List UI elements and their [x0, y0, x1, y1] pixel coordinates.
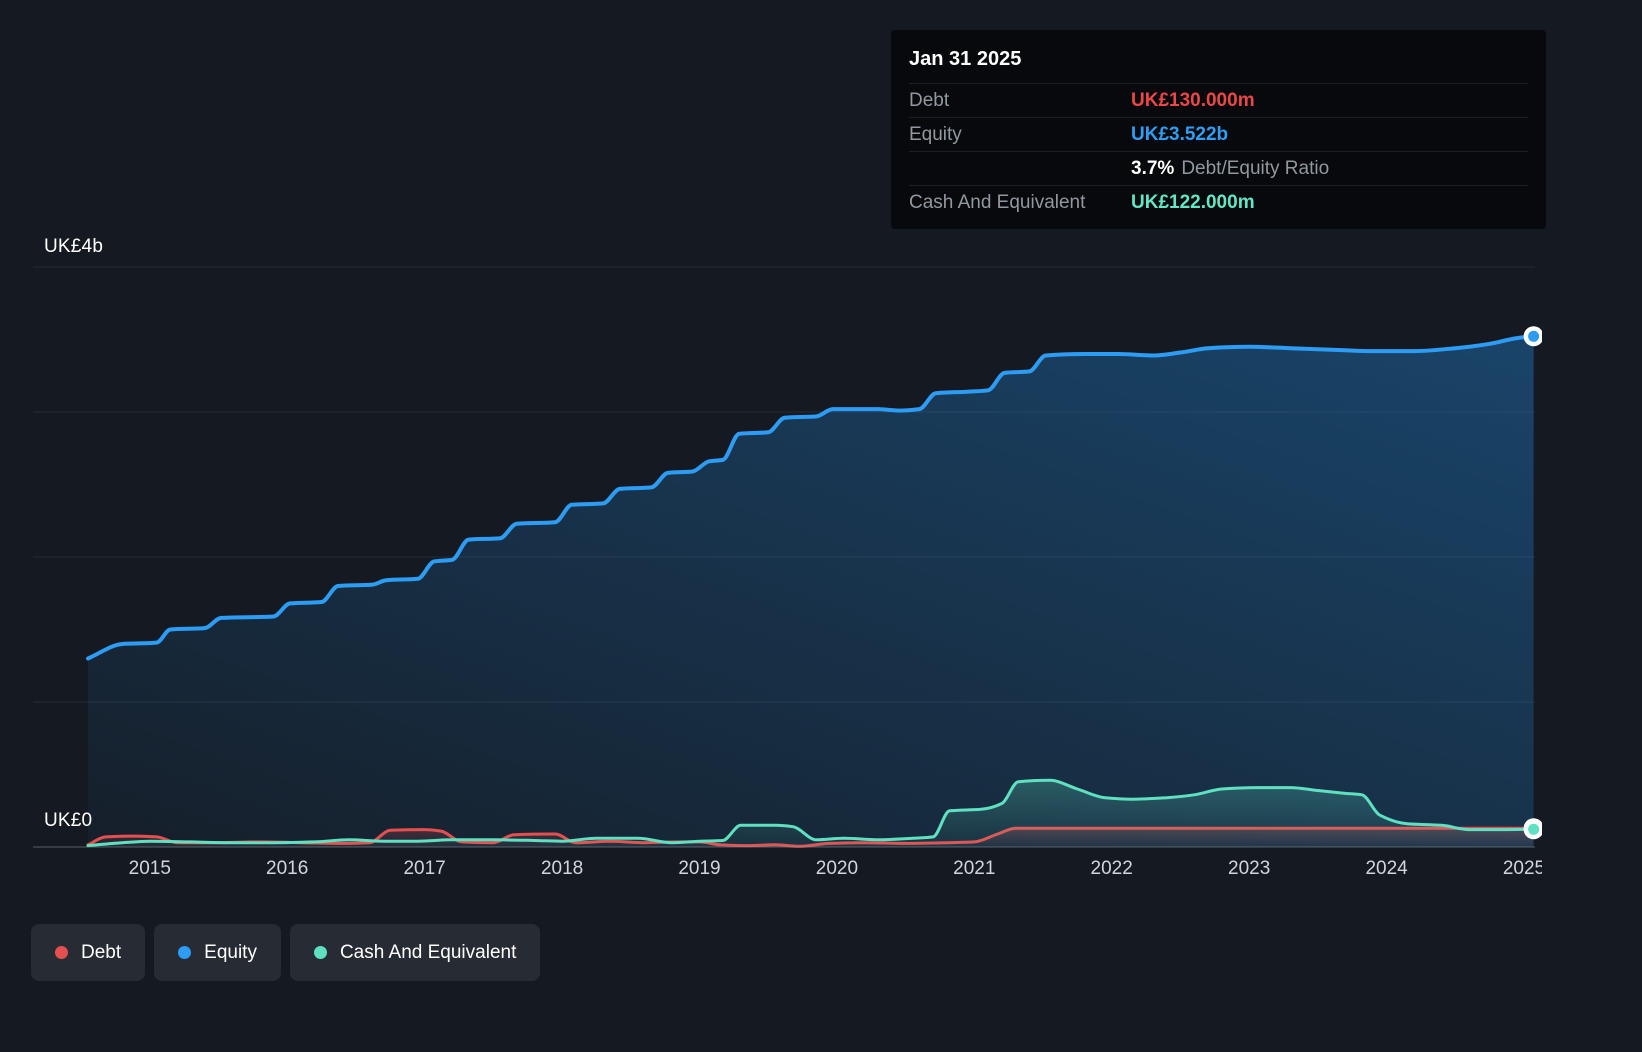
tooltip-ratio-label: Debt/Equity Ratio: [1181, 157, 1330, 179]
legend: Debt Equity Cash And Equivalent: [31, 924, 541, 981]
legend-item-cash[interactable]: Cash And Equivalent: [289, 924, 541, 981]
x-tick-2016: 2016: [266, 858, 309, 879]
tooltip-row-equity: Equity UK£3.522b: [909, 117, 1528, 151]
equity-end-marker-center: [1528, 330, 1540, 342]
x-tick-2020: 2020: [815, 858, 859, 879]
tooltip-cash-value: UK£122.000m: [1131, 191, 1255, 213]
legend-debt-label: Debt: [81, 941, 122, 963]
tooltip-ratio-value: 3.7%: [1131, 157, 1175, 179]
x-tick-2023: 2023: [1228, 858, 1271, 879]
balance-sheet-history-chart: { "tooltip": { "date": "Jan 31 2025", "d…: [0, 0, 1642, 1052]
tooltip-debt-label: Debt: [909, 89, 950, 111]
x-axis-labels: 2015 2016 2017 2018 2019 2020 2021 2022 2023 2024…: [0, 858, 1542, 888]
y-axis-label-4b: UK£4b: [44, 236, 104, 257]
debt-dot-icon: [55, 946, 68, 959]
tooltip-date: Jan 31 2025: [909, 48, 1022, 70]
x-tick-2025: 2025: [1502, 858, 1542, 879]
x-tick-2017: 2017: [403, 858, 446, 879]
x-tick-2024: 2024: [1365, 858, 1408, 879]
cash-end-marker-center: [1528, 823, 1540, 835]
cash-dot-icon: [313, 946, 327, 959]
x-tick-2018: 2018: [540, 858, 584, 879]
equity-area: [88, 336, 1534, 847]
tooltip-row-ratio: 3.7% Debt/Equity Ratio: [909, 151, 1528, 185]
x-tick-2021: 2021: [953, 858, 996, 879]
equity-dot-icon: [178, 946, 192, 959]
tooltip-equity-value: UK£3.522b: [1131, 123, 1229, 145]
tooltip-equity-label: Equity: [909, 123, 962, 145]
x-tick-2015: 2015: [128, 858, 171, 879]
y-axis-label-0: UK£0: [44, 810, 93, 831]
legend-cash-label: Cash And Equivalent: [339, 941, 517, 963]
legend-item-debt[interactable]: Debt: [31, 924, 146, 981]
x-tick-2022: 2022: [1090, 858, 1133, 879]
legend-item-equity[interactable]: Equity: [154, 924, 281, 981]
tooltip-cash-label: Cash And Equivalent: [909, 191, 1086, 213]
tooltip-debt-value: UK£130.000m: [1131, 89, 1255, 111]
legend-equity-label: Equity: [204, 941, 257, 963]
tooltip-row-debt: Debt UK£130.000m: [909, 83, 1528, 117]
tooltip-row-cash: Cash And Equivalent UK£122.000m: [909, 185, 1528, 219]
x-tick-2019: 2019: [678, 858, 721, 879]
tooltip: Jan 31 2025 Debt UK£130.000m Equity UK£3…: [891, 30, 1546, 229]
